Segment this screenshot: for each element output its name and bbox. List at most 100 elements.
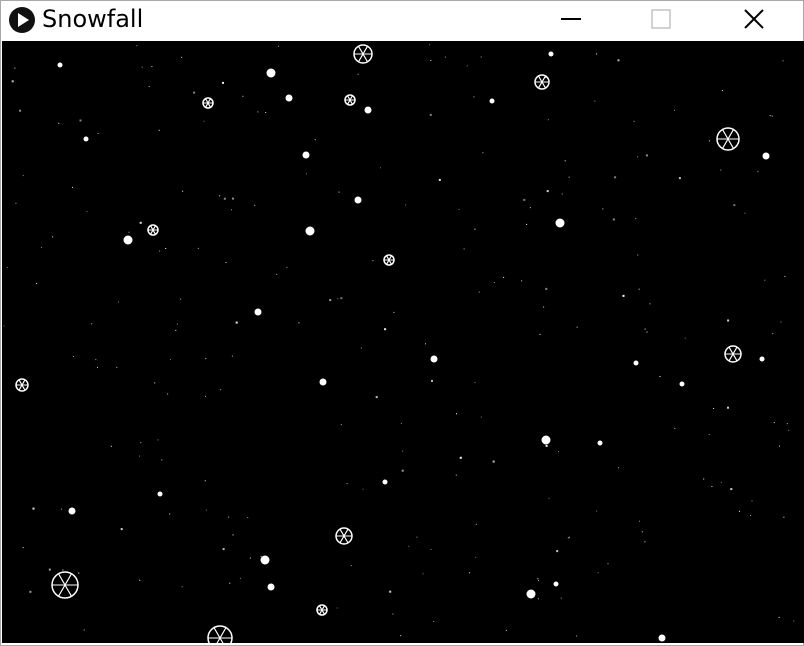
snowflake-23 (207, 625, 233, 643)
snow-speck (61, 508, 62, 510)
snow-speck (220, 389, 222, 391)
snowflake-30 (762, 152, 770, 160)
snowflake-13 (555, 218, 565, 228)
snow-speck (568, 176, 570, 178)
snow-speck (429, 113, 432, 116)
snow-speck (769, 115, 771, 117)
snow-speck (235, 321, 238, 324)
snow-speck (408, 545, 410, 547)
snow-speck (529, 207, 531, 209)
snow-speck (400, 635, 402, 637)
snow-speck (480, 416, 482, 418)
snow-speck (120, 528, 123, 531)
snow-speck (473, 96, 475, 98)
snowflake-7 (285, 94, 293, 102)
snow-speck (594, 100, 596, 102)
snow-speck (416, 536, 418, 538)
snow-speck (771, 115, 773, 117)
snow-speck (644, 328, 646, 330)
snow-speck (249, 557, 251, 559)
snow-speck (83, 629, 85, 631)
snow-speck (458, 208, 460, 210)
snow-speck (97, 366, 98, 368)
snow-speck (158, 129, 160, 131)
snow-speck (91, 323, 93, 325)
snow-speck (674, 109, 676, 111)
minimize-button[interactable] (548, 1, 594, 41)
snow-speck (380, 167, 381, 169)
snow-speck (720, 481, 722, 483)
snow-speck (14, 67, 16, 69)
snow-speck (779, 445, 780, 447)
snow-speck (644, 541, 646, 543)
snow-speck (703, 478, 705, 480)
snow-speck (568, 536, 570, 538)
snow-speck (219, 195, 221, 197)
snow-speck (22, 175, 24, 177)
snow-speck (545, 444, 548, 447)
snow-speck (493, 282, 495, 284)
snow-speck (223, 197, 226, 200)
snow-speck (548, 497, 550, 499)
snow-speck (433, 620, 435, 622)
snowflake-29 (759, 356, 765, 362)
snow-speck (260, 556, 262, 557)
close-button[interactable] (731, 1, 777, 41)
snow-speck (645, 154, 648, 157)
snow-speck (372, 260, 374, 262)
snow-speck (11, 80, 14, 83)
snow-speck (492, 460, 495, 463)
snowfall-canvas[interactable] (2, 41, 804, 643)
snow-speck (711, 486, 713, 487)
snow-speck (405, 204, 407, 206)
snow-speck (788, 429, 790, 431)
snow-speck (338, 191, 340, 193)
snow-speck (659, 376, 661, 377)
snowflake-38 (319, 378, 327, 386)
snow-speck (3, 325, 5, 327)
snow-speck (607, 563, 609, 565)
snow-speck (558, 451, 559, 453)
snow-speck (400, 423, 402, 424)
snow-speck (41, 246, 42, 248)
title-bar[interactable]: Snowfall (1, 1, 803, 41)
snowflake-12 (383, 254, 395, 266)
snow-speck (547, 119, 549, 121)
snow-speck (36, 283, 38, 284)
snow-speck (402, 450, 404, 452)
snow-speck (19, 109, 22, 112)
snow-speck (136, 45, 138, 47)
snow-speck (204, 480, 206, 482)
snow-speck (429, 44, 431, 46)
snow-speck (505, 629, 507, 631)
snow-speck (32, 507, 35, 510)
snow-scene (2, 41, 804, 643)
snow-speck (95, 359, 97, 361)
snow-speck (116, 366, 118, 368)
snow-speck (384, 328, 387, 331)
maximize-icon (651, 8, 671, 34)
snowflake-18 (541, 435, 551, 445)
snow-speck (567, 537, 569, 539)
snow-speck (786, 423, 788, 425)
snow-speck (757, 171, 759, 173)
snow-speck (15, 202, 17, 204)
snow-speck (118, 301, 119, 303)
snow-speck (362, 488, 364, 490)
snow-speck (708, 140, 710, 142)
snowflake-34 (382, 479, 388, 485)
snow-speck (727, 406, 729, 409)
snow-speck (181, 586, 183, 588)
snow-speck (78, 572, 80, 574)
maximize-button[interactable] (638, 1, 684, 41)
snow-speck (773, 422, 775, 424)
snowflake-3 (266, 68, 276, 78)
snow-speck (298, 322, 300, 324)
snow-speck (48, 568, 51, 571)
snow-speck (633, 120, 635, 122)
snow-speck (456, 413, 457, 415)
snow-speck (154, 382, 156, 384)
snowflake-19 (335, 527, 353, 545)
snow-speck (708, 434, 710, 436)
play-circle-icon[interactable] (8, 6, 36, 34)
